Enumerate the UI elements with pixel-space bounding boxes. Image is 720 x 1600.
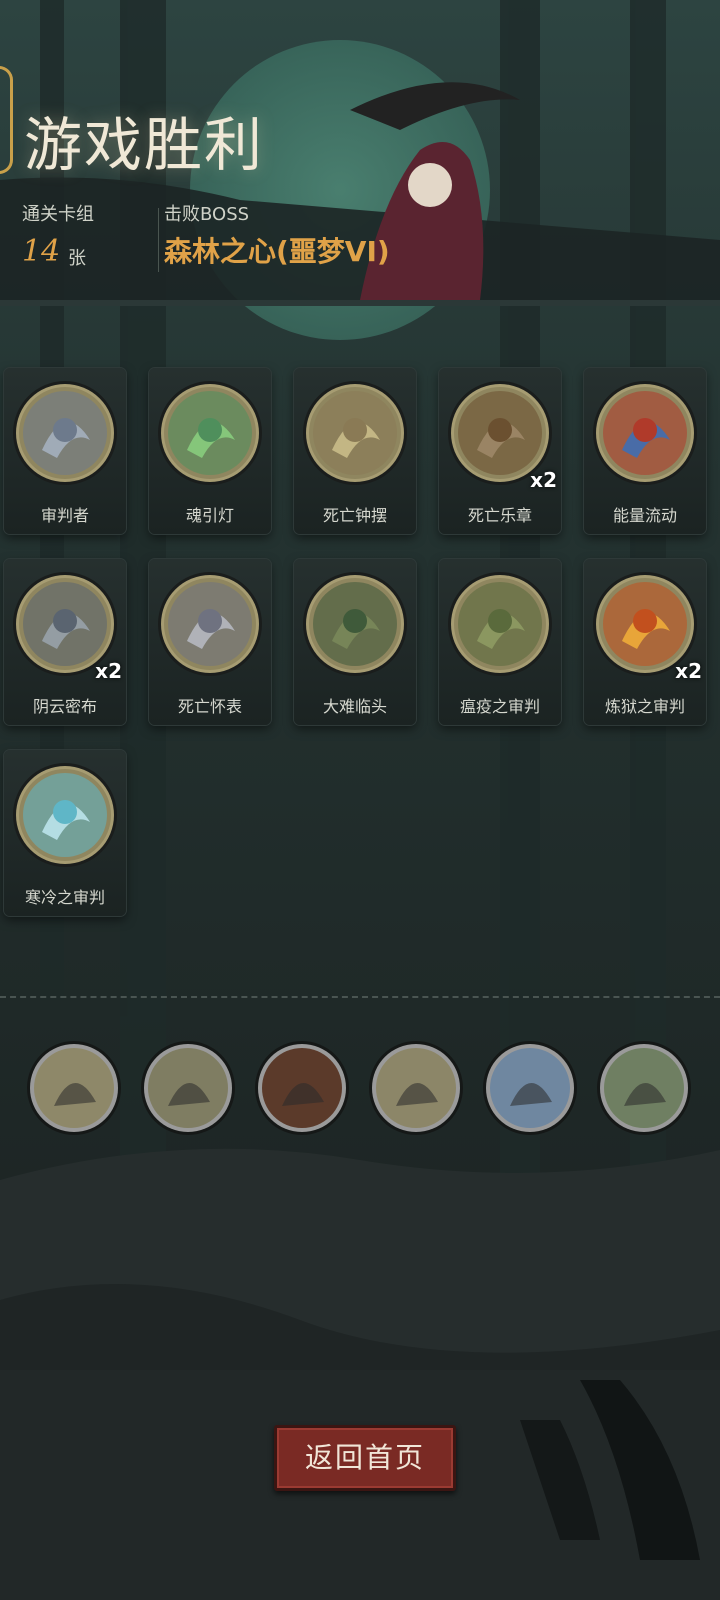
cuckoo-clock-icon[interactable] xyxy=(26,1040,122,1136)
card-name: 魂引灯 xyxy=(185,506,234,525)
energy-flow-icon xyxy=(593,381,697,485)
card-count-badge: x2 xyxy=(95,659,122,683)
card-name: 能量流动 xyxy=(612,506,677,525)
deck-card[interactable]: 阴云密布 x2 xyxy=(4,559,126,725)
card-name: 寒冷之审判 xyxy=(24,888,105,907)
deck-card[interactable]: 大难临头 xyxy=(294,559,416,725)
card-name: 瘟疫之审判 xyxy=(459,697,540,716)
return-home-button[interactable]: 返回首页 xyxy=(274,1425,456,1491)
card-name: 大难临头 xyxy=(322,697,387,716)
pendulum-icon xyxy=(303,381,407,485)
boss-name: 森林之心(噩梦VI) xyxy=(164,235,390,268)
scythe-icon xyxy=(13,381,117,485)
zombie-icon[interactable] xyxy=(596,1040,692,1136)
card-name: 审判者 xyxy=(40,506,89,525)
page-title: 游戏胜利 xyxy=(24,111,265,179)
card-count-badge: x2 xyxy=(675,659,702,683)
deck-card[interactable]: 审判者 xyxy=(4,368,126,534)
lantern-icon xyxy=(158,381,262,485)
card-name: 死亡钟摆 xyxy=(322,506,387,525)
deck-card[interactable]: 瘟疫之审判 xyxy=(439,559,561,725)
deck-unit: 张 xyxy=(68,248,86,269)
pocket-watch-icon xyxy=(158,572,262,676)
framed-relic-icon[interactable] xyxy=(254,1040,350,1136)
plague-icon xyxy=(448,572,552,676)
divider xyxy=(158,208,159,272)
card-name: 死亡乐章 xyxy=(467,506,532,525)
deck-count: 14 xyxy=(22,234,61,269)
title-bracket xyxy=(0,66,13,174)
section-divider xyxy=(0,996,720,998)
boss-label: 击败BOSS xyxy=(164,204,250,225)
cross-icon[interactable] xyxy=(368,1040,464,1136)
deck-card[interactable]: 炼狱之审判 x2 xyxy=(584,559,706,725)
card-name: 炼狱之审判 xyxy=(604,697,685,716)
deck-card[interactable]: 魂引灯 xyxy=(149,368,271,534)
deck-label: 通关卡组 xyxy=(22,204,94,225)
card-name: 死亡怀表 xyxy=(177,697,242,716)
deck-card[interactable]: 死亡怀表 xyxy=(149,559,271,725)
gravedigger-icon[interactable] xyxy=(140,1040,236,1136)
card-count-badge: x2 xyxy=(530,468,557,492)
deck-card[interactable]: 死亡乐章 x2 xyxy=(439,368,561,534)
deck-card[interactable]: 寒冷之审判 xyxy=(4,750,126,916)
ice-icon xyxy=(13,763,117,867)
doom-icon xyxy=(303,572,407,676)
deck-card[interactable]: 能量流动 xyxy=(584,368,706,534)
dagger-icon[interactable] xyxy=(482,1040,578,1136)
deck-card[interactable]: 死亡钟摆 xyxy=(294,368,416,534)
card-name: 阴云密布 xyxy=(32,697,97,716)
